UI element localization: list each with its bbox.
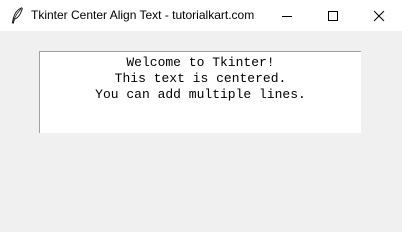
title-bar[interactable]: Tkinter Center Align Text - tutorialkart… [0,0,402,31]
close-button[interactable] [356,0,402,31]
close-icon [373,10,385,21]
window-client-area: Welcome to Tkinter! This text is centere… [0,31,402,232]
text-line: You can add multiple lines. [95,87,306,102]
minimize-button[interactable] [264,0,310,31]
text-line: Welcome to Tkinter! [126,55,275,70]
tk-feather-icon [11,7,23,24]
text-line: This text is centered. [114,71,287,86]
maximize-icon [328,10,338,21]
maximize-button[interactable] [310,0,356,31]
text-widget[interactable]: Welcome to Tkinter! This text is centere… [39,51,361,133]
window-title: Tkinter Center Align Text - tutorialkart… [31,8,255,22]
minimize-icon [282,15,292,17]
app-window: Tkinter Center Align Text - tutorialkart… [0,0,402,232]
